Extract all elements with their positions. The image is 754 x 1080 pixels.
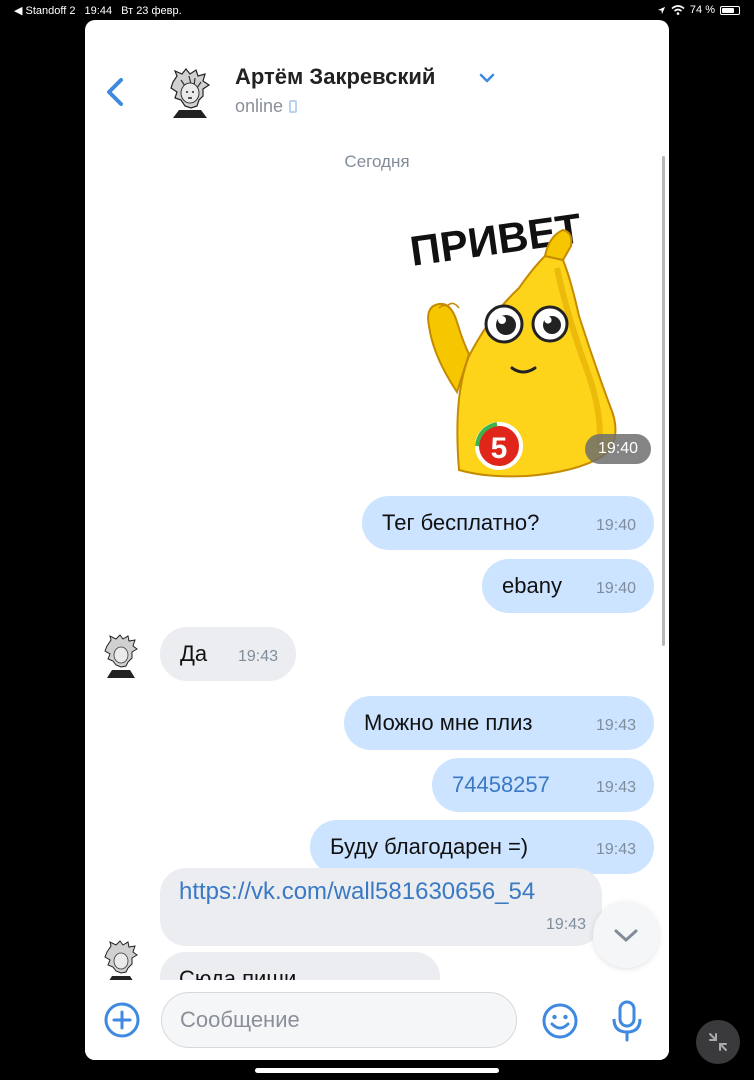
contact-status: online [235,96,298,117]
collapse-window-button[interactable] [696,1020,740,1064]
message-text: Буду благодарен =) [330,834,529,859]
message-text: Можно мне плиз [364,710,533,735]
status-right: 74 % [657,4,740,16]
battery-percent: 74 % [689,4,715,16]
message-link[interactable]: https://vk.com/wall581630656_54 [179,878,535,906]
microphone-icon[interactable] [611,1000,643,1042]
status-time: 19:44 [84,5,113,17]
message-time: 19:40 [595,580,636,597]
contact-name[interactable]: Артём Закревский [235,64,435,90]
message-composer [85,980,669,1060]
message-time: 19:43 [595,841,636,858]
home-indicator[interactable] [255,1068,499,1073]
status-bar: ◀ Standoff 2 19:44 Вт 23 февр. 74 % [0,0,754,20]
message-text: Да [180,641,208,666]
back-chevron-icon[interactable] [101,72,131,112]
status-text: online [235,96,284,116]
status-date: Вт 23 февр. [121,5,182,17]
avatar[interactable] [163,66,217,120]
message-bubble-outgoing[interactable]: Буду благодарен =) 19:43 [310,820,654,874]
message-time: 19:43 [237,648,278,665]
message-link[interactable]: 74458257 [452,758,550,812]
message-text: Сюда пиши [179,966,297,980]
message-time: 19:43 [545,916,586,933]
scrollbar[interactable] [662,156,665,646]
emoji-icon[interactable] [541,1002,579,1040]
chat-window: Артём Закревский online Сегодня ПРИВЕТ 5… [85,20,669,1060]
avatar[interactable] [101,940,141,980]
status-left: ◀ Standoff 2 19:44 Вт 23 февр. [14,4,188,17]
message-list[interactable]: Сегодня ПРИВЕТ 5 19:40 Тег бесплатно? 19… [85,140,669,980]
message-text: ebany [502,573,562,598]
message-input[interactable] [162,993,516,1047]
avatar[interactable] [101,634,141,678]
phone-icon [289,100,298,113]
message-bubble-incoming[interactable]: https://vk.com/wall581630656_54 19:43 [160,868,602,946]
message-bubble-incoming[interactable]: Сюда пиши [160,952,440,980]
battery-level [722,7,734,13]
back-to-app-link[interactable]: ◀ Standoff 2 [14,5,75,17]
date-separator: Сегодня [344,152,410,171]
message-bubble-outgoing[interactable]: Тег бесплатно? 19:40 [362,496,654,550]
message-time: 19:43 [595,717,636,734]
location-icon [657,6,666,14]
message-time: 19:43 [595,779,636,796]
add-icon[interactable] [103,1001,141,1039]
scroll-down-button[interactable] [593,902,659,968]
collapse-icon [709,1033,727,1051]
message-bubble-outgoing[interactable]: ebany 19:40 [482,559,654,613]
chat-header: Артём Закревский online [85,20,669,140]
sticker-badge: 5 [491,432,508,465]
dropdown-chevron-icon[interactable] [477,70,497,86]
message-bubble-outgoing[interactable]: 74458257 19:43 [432,758,654,812]
message-text: Тег бесплатно? [382,510,540,535]
scroll-down-icon [614,929,638,942]
message-bubble-incoming[interactable]: Да 19:43 [160,627,296,681]
battery-icon [720,5,740,15]
sticker-time: 19:40 [585,434,651,464]
message-bubble-outgoing[interactable]: Можно мне плиз 19:43 [344,696,654,750]
message-input-wrapper [161,992,517,1048]
message-time: 19:40 [595,517,636,534]
wifi-icon [671,5,685,15]
